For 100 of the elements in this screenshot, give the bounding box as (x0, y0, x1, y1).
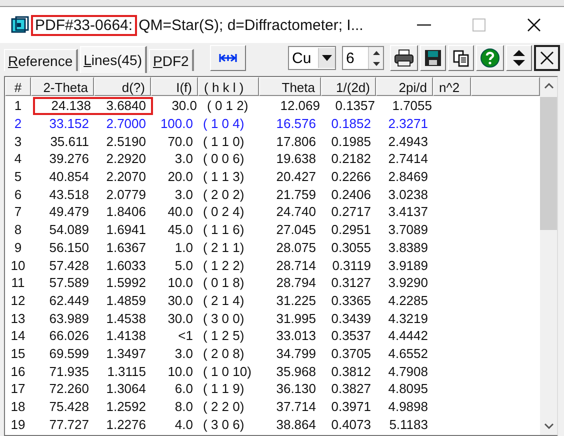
table-cell-text: 28.794 (275, 275, 317, 290)
table-cell-text: 1.7055 (391, 98, 433, 114)
tab[interactable]: PDF2 (149, 49, 194, 71)
column-header[interactable]: 1/(2d) (321, 77, 376, 96)
table-cell-text: 0.2406 (330, 186, 372, 202)
column-header[interactable]: d(?) (94, 77, 151, 96)
column-header[interactable]: I(f) (151, 77, 198, 96)
table-cell-text: ( 0 1 8) (202, 275, 246, 290)
table-cell-text: 30.0 (166, 292, 194, 308)
table-cell-text: 3.0238 (387, 186, 429, 202)
table-cell-text: 1.3064 (105, 381, 147, 396)
table-cell-text: 15 (10, 346, 26, 361)
table-cell-text: 0.2182 (330, 151, 372, 166)
scroll-up-icon[interactable] (544, 83, 554, 89)
fit-width-icon (218, 53, 237, 63)
table-cell-text: 34.799 (275, 346, 317, 361)
table-cell-text: 1.8406 (105, 204, 147, 220)
table-cell-text: 57.589 (48, 275, 90, 290)
close-button[interactable] (534, 45, 560, 71)
table-cell-text: 12 (10, 292, 26, 308)
table-cell-text: 66.026 (48, 328, 90, 344)
table-cell-text: 0.2266 (330, 169, 372, 184)
table-cell-text: 40.0 (166, 204, 194, 220)
table-cell-text: 1.4859 (105, 292, 147, 308)
radiation-dropdown[interactable]: Cu (288, 46, 336, 70)
column-header[interactable]: # (5, 77, 31, 96)
table-cell-text: 35.968 (275, 364, 317, 379)
table-cell-text: 24.740 (275, 204, 317, 220)
table-cell-text: 49.479 (48, 204, 90, 220)
table-cell-text: 10 (10, 258, 26, 273)
table-cell-text: 45.0 (166, 222, 194, 238)
table-cell-text: 39.276 (48, 151, 90, 166)
table-cell-text: ( 3 0 6) (202, 416, 246, 432)
table-cell-text: 4.2285 (387, 292, 429, 308)
up-down-arrows-icon (512, 49, 526, 67)
scrollbar[interactable] (540, 77, 557, 435)
table-cell-text: 2.8469 (387, 169, 429, 184)
column-header[interactable]: ( h k l ) (198, 77, 259, 96)
table-cell-text: 3.6840 (105, 98, 147, 114)
table-cell-text: 4.7908 (387, 364, 429, 379)
table-cell-text: 10.0 (166, 364, 194, 379)
tab[interactable]: Lines(45) (80, 46, 147, 72)
table-cell-text: 6.0 (174, 381, 194, 396)
table-cell-text: 9 (13, 240, 23, 255)
table-cell-text: 0.3439 (330, 310, 372, 326)
print-button[interactable] (390, 45, 418, 71)
table-cell-text: 0.3537 (330, 328, 372, 344)
table-cell-text: 30.0 (166, 310, 194, 326)
table-cell-text: 1.3115 (106, 364, 147, 379)
table-cell-text: 3.0 (174, 186, 194, 202)
table-cell-text: 4 (13, 151, 23, 166)
table-cell-text: ( 0 1 2) (206, 98, 250, 114)
table-cell-text: ( 0 2 4) (202, 204, 246, 220)
table-cell-text: 19 (10, 416, 26, 432)
close-icon[interactable] (526, 17, 542, 33)
table-cell-text: 8.0 (174, 399, 194, 414)
table-cell-text: 1.6367 (105, 240, 147, 255)
table-cell-text: 20.427 (275, 169, 317, 184)
table-cell-text: ( 1 1 9) (202, 381, 246, 396)
table-cell-text: 4.4442 (387, 328, 429, 344)
column-header[interactable]: Theta (259, 77, 321, 96)
spin-down-icon[interactable] (372, 62, 380, 66)
table-cell-text: <1 (177, 328, 194, 344)
scroll-down-icon[interactable] (544, 423, 554, 429)
table-cell-text: 2.4943 (387, 134, 429, 149)
window-title: PDF#33-0664: (31, 14, 137, 36)
table-cell-text: ( 1 2 5) (202, 328, 246, 344)
table-cell-text: 10.0 (166, 275, 194, 290)
table-cell-text: 5.1183 (388, 416, 429, 432)
table-cell-text: 3.0 (174, 346, 194, 361)
table-cell-text: 0.3055 (330, 240, 372, 255)
table-cell-text: 57.428 (48, 258, 90, 273)
table-cell-text: 0.1985 (330, 134, 372, 149)
spin-up-icon[interactable] (372, 50, 380, 54)
table-cell-text: 2.0779 (105, 186, 147, 202)
table-cell-text: 11 (10, 275, 26, 290)
table-cell-text: 1.2592 (105, 399, 147, 414)
table-cell-text: ( 2 0 8) (202, 346, 246, 361)
sort-button[interactable] (506, 45, 532, 71)
table-cell-text: 0.3127 (330, 275, 372, 290)
column-header[interactable]: 2-Theta (31, 77, 94, 96)
help-button[interactable] (476, 45, 504, 71)
table-cell-text: 13 (10, 310, 26, 326)
table-cell-text: 0.3119 (331, 258, 372, 273)
column-header[interactable]: 2pi/d (376, 77, 433, 96)
scroll-thumb[interactable] (540, 97, 557, 230)
table-cell-text: 0.3827 (330, 381, 372, 396)
table-cell-text: ( 2 1 1) (202, 240, 246, 255)
decimals-spinner[interactable]: 6 (342, 46, 384, 70)
copy-button[interactable] (448, 45, 474, 71)
table-cell-text: 43.518 (48, 186, 90, 202)
fit-width-button[interactable] (210, 45, 246, 71)
table-cell-text: 27.045 (275, 222, 317, 238)
tab[interactable]: Reference (4, 49, 78, 71)
column-header[interactable]: n^2 (433, 77, 471, 96)
table-cell-text: 62.449 (48, 292, 90, 308)
table-cell-text: 2.2070 (105, 169, 147, 184)
table-cell-text: 28.075 (275, 240, 317, 255)
table-cell-text: 24.138 (50, 98, 92, 114)
save-button[interactable] (420, 45, 446, 71)
